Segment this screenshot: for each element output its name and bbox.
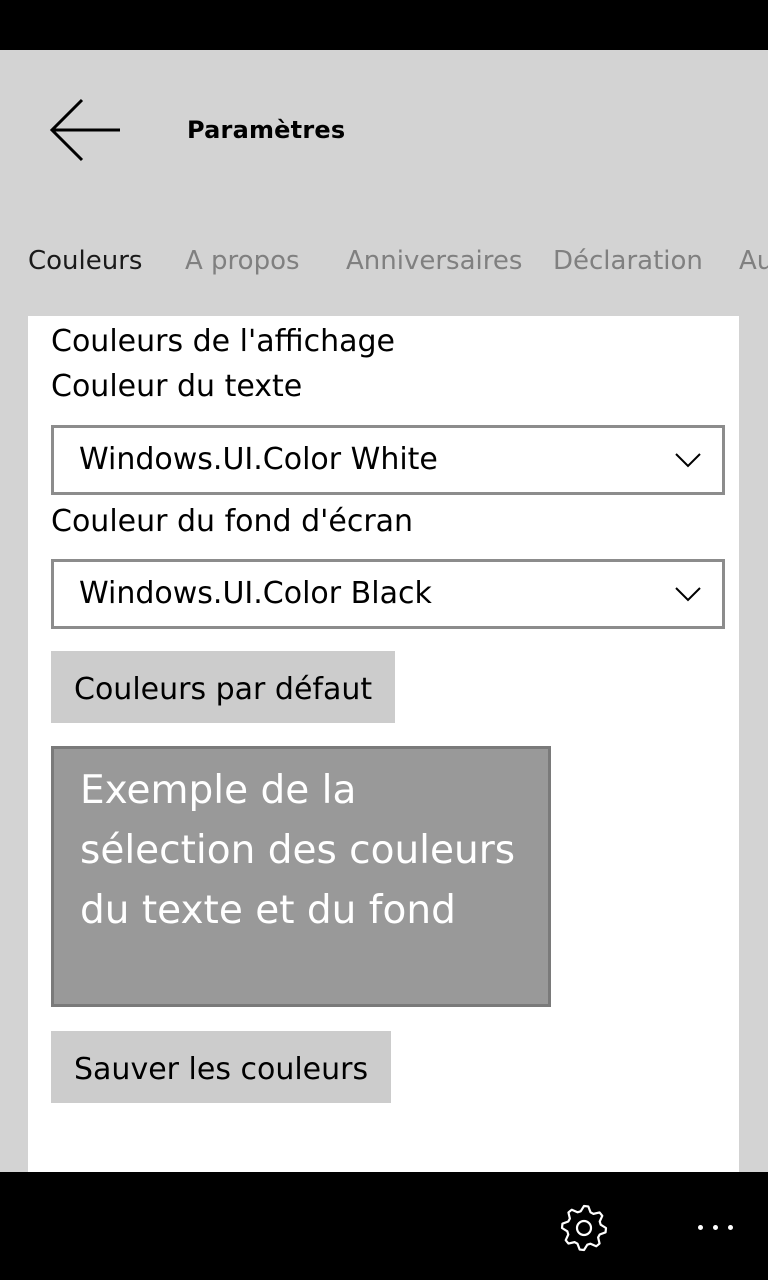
- text-color-label: Couleur du texte: [51, 369, 303, 404]
- section-title: Couleurs de l'affichage: [51, 324, 396, 359]
- tab-overflow[interactable]: Au: [739, 246, 768, 276]
- colors-panel: Couleurs de l'affichage Couleur du texte…: [28, 316, 739, 1172]
- tab-anniversaires[interactable]: Anniversaires: [346, 246, 522, 276]
- status-bar: [0, 0, 768, 50]
- tab-a-propos[interactable]: A propos: [185, 246, 300, 276]
- preview-text: Exemple de la sélection des couleurs du …: [80, 768, 516, 933]
- color-preview-box: Exemple de la sélection des couleurs du …: [51, 746, 551, 1007]
- more-dot: [698, 1225, 703, 1230]
- text-color-value: Windows.UI.Color White: [79, 442, 438, 477]
- background-color-value: Windows.UI.Color Black: [79, 576, 432, 611]
- back-arrow-icon: [49, 98, 120, 162]
- back-button[interactable]: [44, 94, 128, 170]
- more-dot: [728, 1225, 733, 1230]
- more-button[interactable]: [686, 1198, 744, 1258]
- background-color-label: Couleur du fond d'écran: [51, 504, 414, 539]
- tab-declaration[interactable]: Déclaration: [553, 246, 703, 276]
- save-colors-button[interactable]: Sauver les couleurs: [51, 1031, 392, 1103]
- more-dot: [713, 1225, 718, 1230]
- page-title: Paramètres: [187, 116, 346, 144]
- background-color-dropdown[interactable]: Windows.UI.Color Black: [51, 559, 725, 629]
- app-bar: [0, 1172, 768, 1280]
- gear-outline: [560, 1204, 608, 1252]
- settings-button[interactable]: [554, 1198, 614, 1258]
- chevron-down-icon: [675, 453, 701, 468]
- gear-icon: [560, 1204, 608, 1252]
- header: Paramètres: [0, 50, 768, 220]
- tab-couleurs[interactable]: Couleurs: [28, 246, 142, 276]
- gear-hub: [575, 1219, 593, 1237]
- chevron-down-icon: [675, 587, 701, 602]
- pivot-tabs: Couleurs A propos Anniversaires Déclarat…: [0, 240, 768, 290]
- text-color-dropdown[interactable]: Windows.UI.Color White: [51, 425, 725, 495]
- default-colors-button[interactable]: Couleurs par défaut: [51, 651, 396, 723]
